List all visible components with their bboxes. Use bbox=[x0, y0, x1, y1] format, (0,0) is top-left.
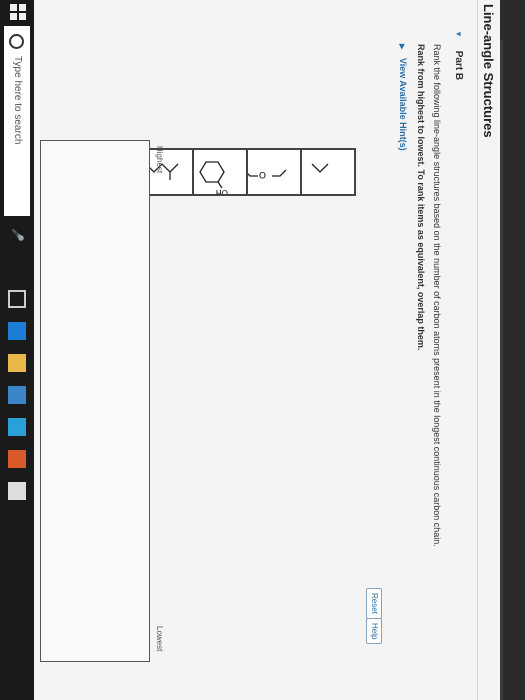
store-icon[interactable] bbox=[8, 386, 26, 404]
collapse-triangle-icon[interactable]: ▼ bbox=[454, 30, 463, 38]
taskbar-search-input[interactable]: Type here to search bbox=[4, 26, 30, 216]
instruction-text: Rank the following line-angle structures… bbox=[432, 44, 442, 547]
photo-edge bbox=[503, 0, 525, 700]
view-hints-link[interactable]: ▶ View Available Hint(s) bbox=[398, 44, 408, 151]
search-placeholder: Type here to search bbox=[12, 56, 23, 145]
screen: Line-angle Structures ▼ Part B Rank the … bbox=[0, 0, 500, 700]
lowest-label: Lowest bbox=[155, 626, 164, 652]
microphone-icon[interactable]: 🎤 bbox=[11, 228, 24, 242]
pinned-app-icon[interactable] bbox=[8, 450, 26, 468]
task-view-icon[interactable] bbox=[8, 290, 26, 308]
mail-icon[interactable] bbox=[8, 482, 26, 500]
file-explorer-icon[interactable] bbox=[8, 354, 26, 372]
ranking-drop-zone[interactable] bbox=[40, 140, 150, 662]
highest-label: Highest bbox=[155, 146, 164, 174]
app-icon[interactable] bbox=[8, 418, 26, 436]
tile-bank: O OH Cl bbox=[68, 148, 356, 568]
oxygen-label: O bbox=[259, 169, 266, 179]
part-header[interactable]: ▼ Part B bbox=[453, 30, 464, 80]
part-label: Part B bbox=[453, 50, 464, 81]
hint-label: View Available Hint(s) bbox=[398, 57, 408, 151]
page-title: Line-angle Structures bbox=[481, 4, 496, 138]
expand-arrow-icon: ▶ bbox=[398, 44, 405, 50]
taskbar: Type here to search 🎤 bbox=[0, 0, 34, 700]
cortana-circle-icon bbox=[9, 34, 24, 49]
windows-start-icon[interactable] bbox=[10, 4, 26, 20]
hydroxyl-label: OH bbox=[216, 188, 228, 194]
reset-button[interactable]: Reset bbox=[366, 588, 382, 619]
instruction-emphasis: Rank from highest to lowest. To rank ite… bbox=[416, 44, 426, 351]
divider bbox=[477, 0, 478, 700]
help-button[interactable]: Help bbox=[366, 618, 382, 645]
edge-browser-icon[interactable] bbox=[8, 322, 26, 340]
